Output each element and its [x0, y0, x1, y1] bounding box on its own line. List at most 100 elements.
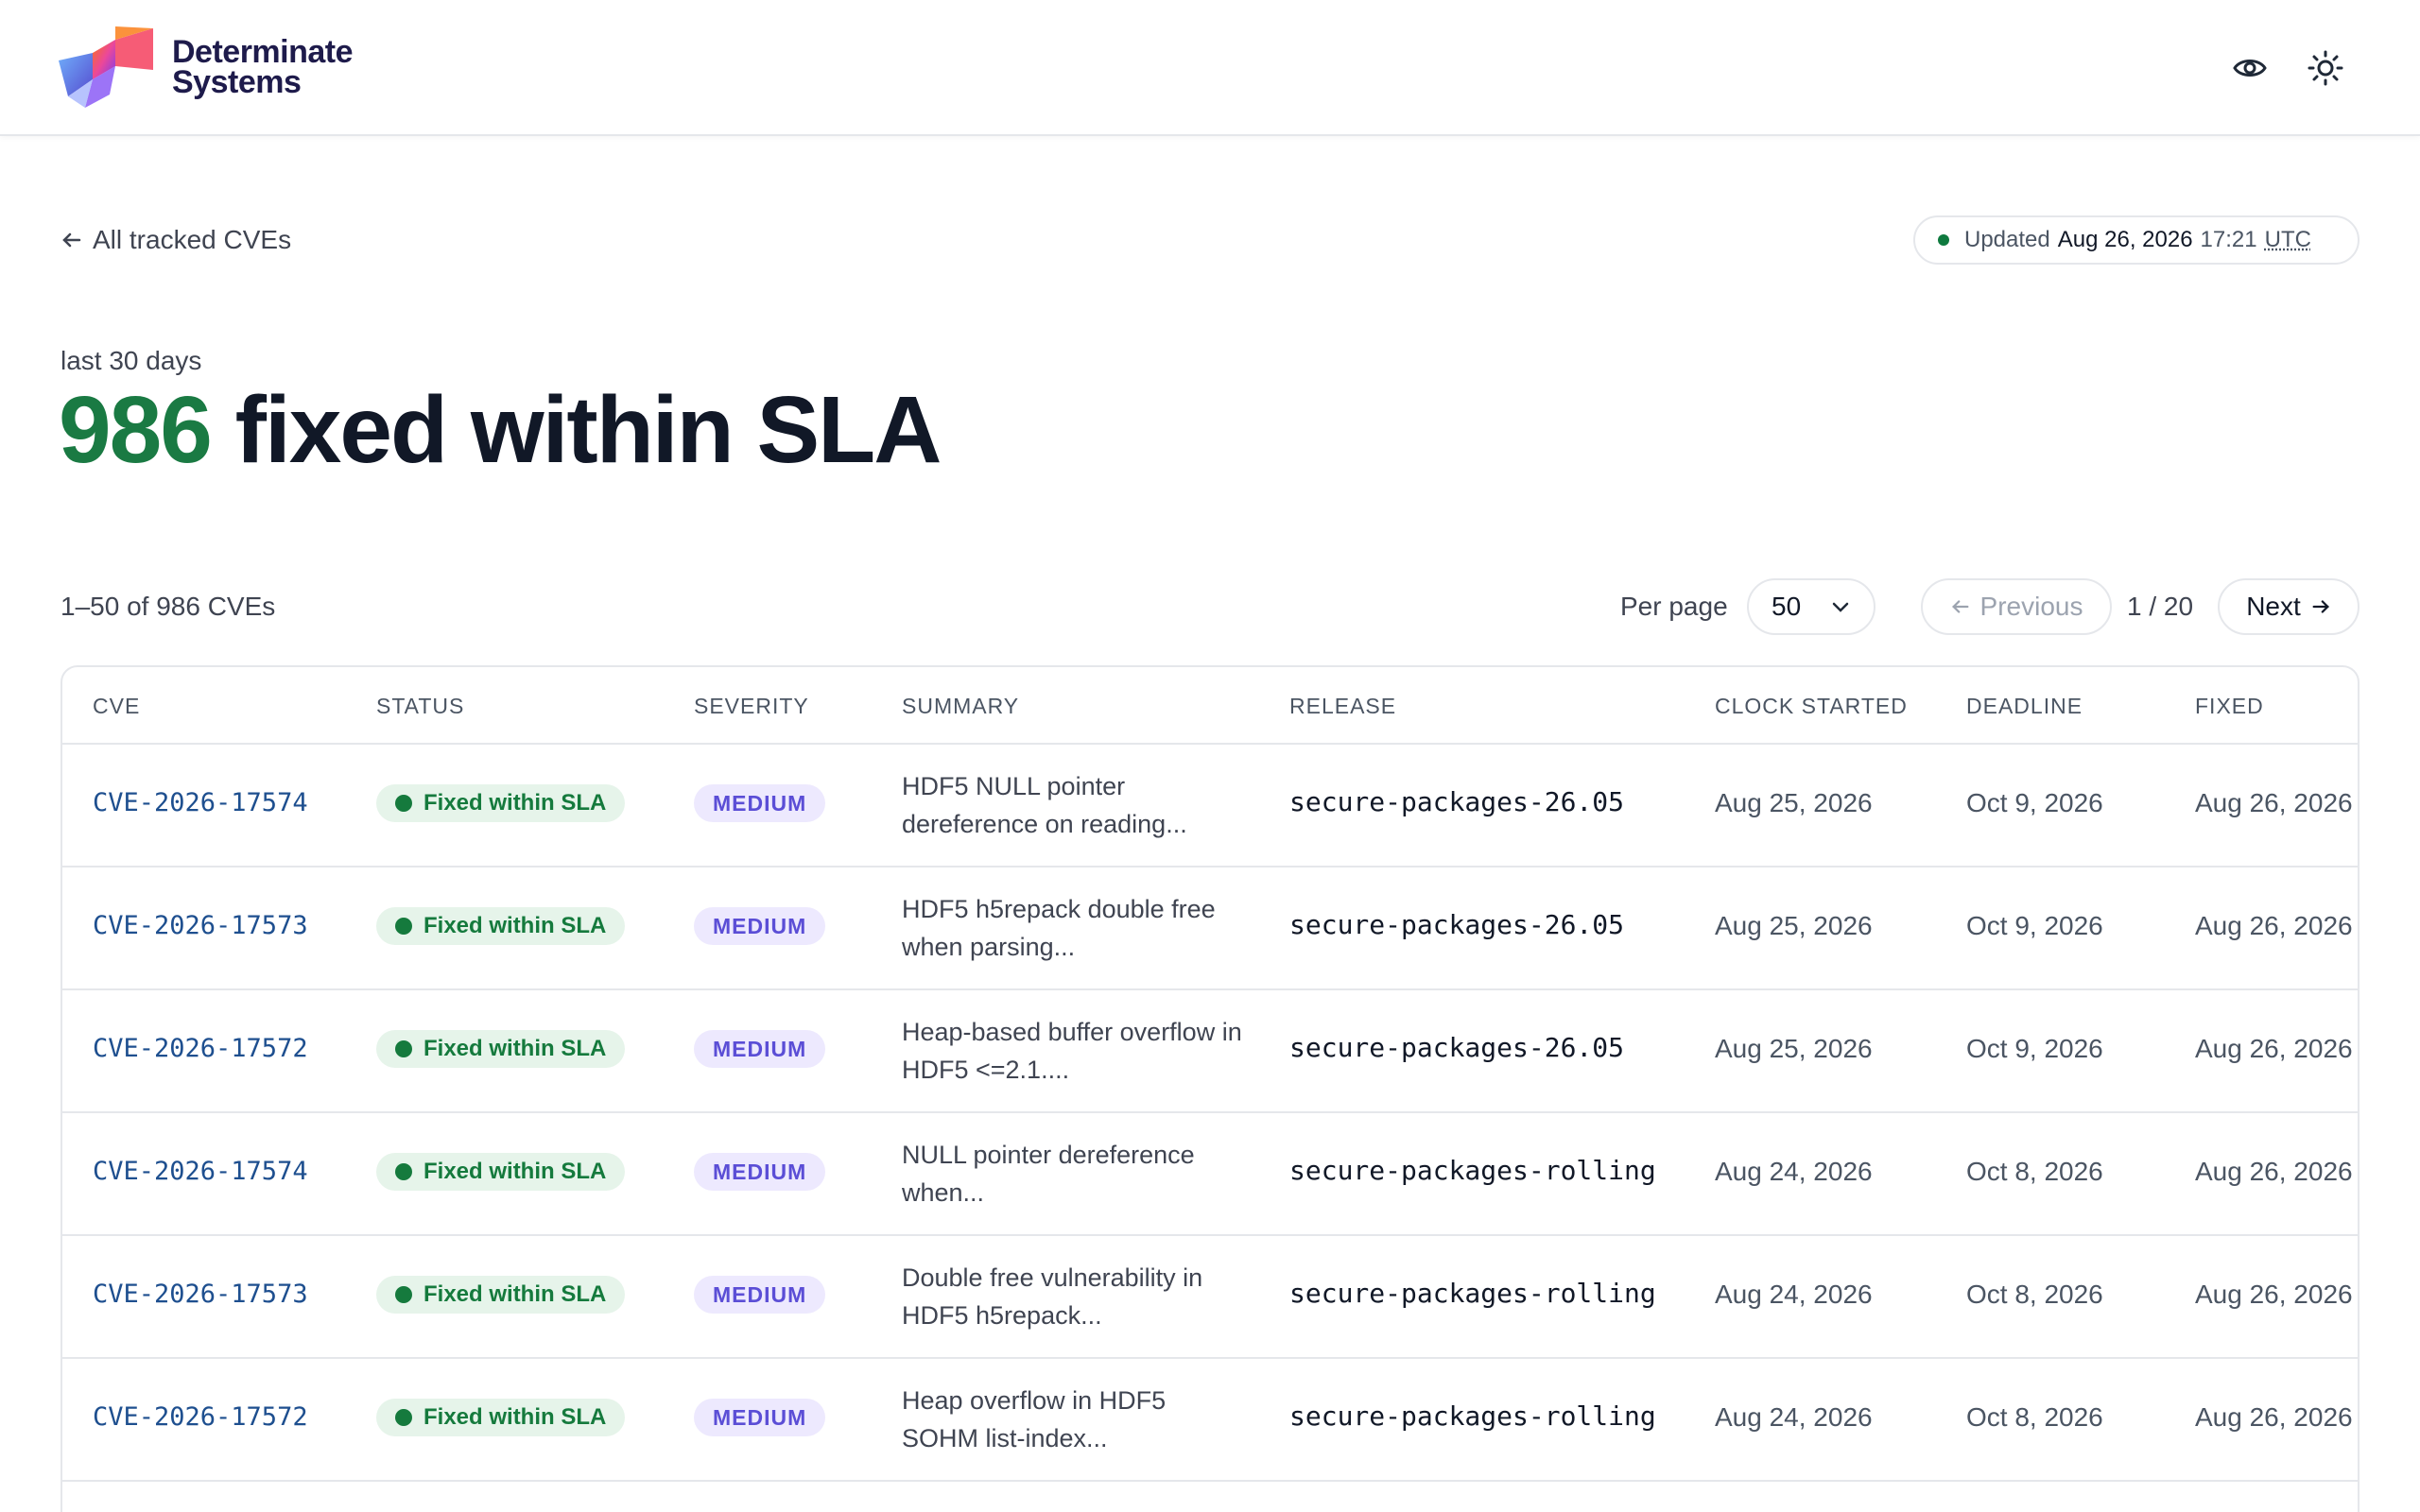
clock-started-date: Aug 24, 2026: [1715, 1280, 1873, 1310]
severity-badge: MEDIUM: [694, 1399, 825, 1436]
fixed-date: Aug 26, 2026: [2195, 1034, 2353, 1064]
cve-link[interactable]: CVE-2026-17572: [93, 1034, 308, 1063]
page-title: 986 fixed within SLA: [59, 376, 940, 485]
release-name: secure-packages-rolling: [1289, 1278, 1656, 1309]
severity-badge: MEDIUM: [694, 784, 825, 822]
updated-label: Updated: [1964, 227, 2050, 253]
status-badge: Fixed within SLA: [376, 1399, 625, 1436]
fixed-date: Aug 26, 2026: [2195, 1157, 2353, 1187]
top-bar: Determinate Systems: [0, 0, 2420, 136]
deadline-date: Oct 9, 2026: [1966, 788, 2103, 818]
cve-link[interactable]: CVE-2026-17574: [93, 1157, 308, 1186]
clock-started-date: Aug 25, 2026: [1715, 1034, 1873, 1064]
status-label: Fixed within SLA: [424, 1404, 606, 1431]
period-label: last 30 days: [60, 346, 201, 376]
status-badge: Fixed within SLA: [376, 1153, 625, 1191]
updated-status: Updated Aug 26, 2026 17:21 UTC: [1913, 215, 2360, 265]
headline-count: 986: [59, 377, 211, 483]
release-name: secure-packages-rolling: [1289, 1155, 1656, 1186]
brand-logo[interactable]: Determinate Systems: [59, 25, 353, 110]
release-name: secure-packages-26.05: [1289, 909, 1624, 940]
cve-link[interactable]: CVE-2026-17573: [93, 1280, 308, 1309]
previous-page-button[interactable]: Previous: [1921, 578, 2112, 635]
back-link-label: All tracked CVEs: [93, 225, 291, 255]
live-dot-icon: [1938, 234, 1949, 246]
column-header-cve[interactable]: CVE: [93, 694, 140, 719]
table-row: CVE-2026-17574 Fixed within SLA MEDIUM N…: [62, 1113, 2358, 1236]
table-row: CVE-2026-17572 Fixed within SLA MEDIUM H…: [62, 1359, 2358, 1482]
per-page-value: 50: [1772, 592, 1801, 622]
back-link[interactable]: All tracked CVEs: [60, 225, 291, 255]
column-header-severity[interactable]: SEVERITY: [694, 694, 809, 719]
page-indicator: 1 / 20: [2127, 592, 2193, 622]
status-dot-icon: [395, 1409, 412, 1426]
summary-text: HDF5 NULL pointer dereference on reading…: [902, 767, 1242, 843]
result-range: 1–50 of 986 CVEs: [60, 592, 275, 622]
fixed-date: Aug 26, 2026: [2195, 788, 2353, 818]
summary-text: Double free vulnerability in HDF5 h5repa…: [902, 1259, 1242, 1334]
arrow-left-icon: [60, 229, 83, 251]
status-badge: Fixed within SLA: [376, 1276, 625, 1314]
per-page-select[interactable]: 50: [1747, 578, 1876, 635]
fixed-date: Aug 26, 2026: [2195, 911, 2353, 941]
severity-badge: MEDIUM: [694, 1030, 825, 1068]
deadline-date: Oct 9, 2026: [1966, 911, 2103, 941]
updated-timezone: UTC: [2265, 227, 2311, 253]
status-label: Fixed within SLA: [424, 913, 606, 939]
column-header-summary[interactable]: SUMMARY: [902, 694, 1019, 719]
arrow-left-icon: [1950, 596, 1971, 617]
status-label: Fixed within SLA: [424, 790, 606, 816]
summary-text: Heap overflow in HDF5 SOHM list-index...: [902, 1382, 1242, 1457]
summary-text: HDF5 h5repack double free when parsing..…: [902, 890, 1242, 966]
release-name: secure-packages-rolling: [1289, 1400, 1656, 1432]
deadline-date: Oct 8, 2026: [1966, 1157, 2103, 1187]
chevron-down-icon: [1830, 597, 1851, 618]
eye-icon[interactable]: [2231, 49, 2269, 87]
status-badge: Fixed within SLA: [376, 1030, 625, 1068]
status-dot-icon: [395, 918, 412, 935]
deadline-date: Oct 9, 2026: [1966, 1034, 2103, 1064]
headline-text: fixed within SLA: [235, 377, 941, 483]
column-header-clock-started[interactable]: CLOCK STARTED: [1715, 694, 1908, 719]
severity-badge: MEDIUM: [694, 907, 825, 945]
deadline-date: Oct 8, 2026: [1966, 1280, 2103, 1310]
severity-badge: MEDIUM: [694, 1276, 825, 1314]
status-dot-icon: [395, 795, 412, 812]
release-name: secure-packages-26.05: [1289, 1032, 1624, 1063]
clock-started-date: Aug 25, 2026: [1715, 788, 1873, 818]
column-header-fixed[interactable]: FIXED: [2195, 694, 2264, 719]
cve-link[interactable]: CVE-2026-17572: [93, 1402, 308, 1432]
arrow-right-icon: [2310, 596, 2331, 617]
table-row: CVE-2026-17573 Fixed within SLA MEDIUM H…: [62, 868, 2358, 990]
fixed-date: Aug 26, 2026: [2195, 1402, 2353, 1433]
status-dot-icon: [395, 1286, 412, 1303]
previous-label: Previous: [1980, 592, 2083, 622]
fixed-date: Aug 26, 2026: [2195, 1280, 2353, 1310]
table-row: CVE-2026-17573 Fixed within SLA MEDIUM D…: [62, 1236, 2358, 1359]
brand-name: Determinate Systems: [172, 37, 353, 97]
column-header-deadline[interactable]: DEADLINE: [1966, 694, 2083, 719]
clock-started-date: Aug 24, 2026: [1715, 1157, 1873, 1187]
next-page-button[interactable]: Next: [2218, 578, 2360, 635]
cve-link[interactable]: CVE-2026-17574: [93, 788, 308, 817]
cve-table: CVE STATUS SEVERITY SUMMARY RELEASE CLOC…: [60, 665, 2360, 1512]
logo-mark-icon: [59, 25, 155, 110]
table-row: CVE-2026-17572 Fixed within SLA MEDIUM H…: [62, 990, 2358, 1113]
status-label: Fixed within SLA: [424, 1281, 606, 1308]
column-header-status[interactable]: STATUS: [376, 694, 464, 719]
severity-badge: MEDIUM: [694, 1153, 825, 1191]
clock-started-date: Aug 25, 2026: [1715, 911, 1873, 941]
updated-date: Aug 26, 2026: [2058, 227, 2193, 253]
status-label: Fixed within SLA: [424, 1036, 606, 1062]
brand-name-line2: Systems: [172, 67, 353, 97]
updated-time: 17:21: [2201, 227, 2257, 253]
release-name: secure-packages-26.05: [1289, 786, 1624, 817]
status-dot-icon: [395, 1040, 412, 1057]
column-header-release[interactable]: RELEASE: [1289, 694, 1396, 719]
sun-icon[interactable]: [2307, 49, 2344, 87]
status-badge: Fixed within SLA: [376, 784, 625, 822]
status-label: Fixed within SLA: [424, 1159, 606, 1185]
cve-link[interactable]: CVE-2026-17573: [93, 911, 308, 940]
per-page-label: Per page: [1620, 592, 1728, 622]
clock-started-date: Aug 24, 2026: [1715, 1402, 1873, 1433]
